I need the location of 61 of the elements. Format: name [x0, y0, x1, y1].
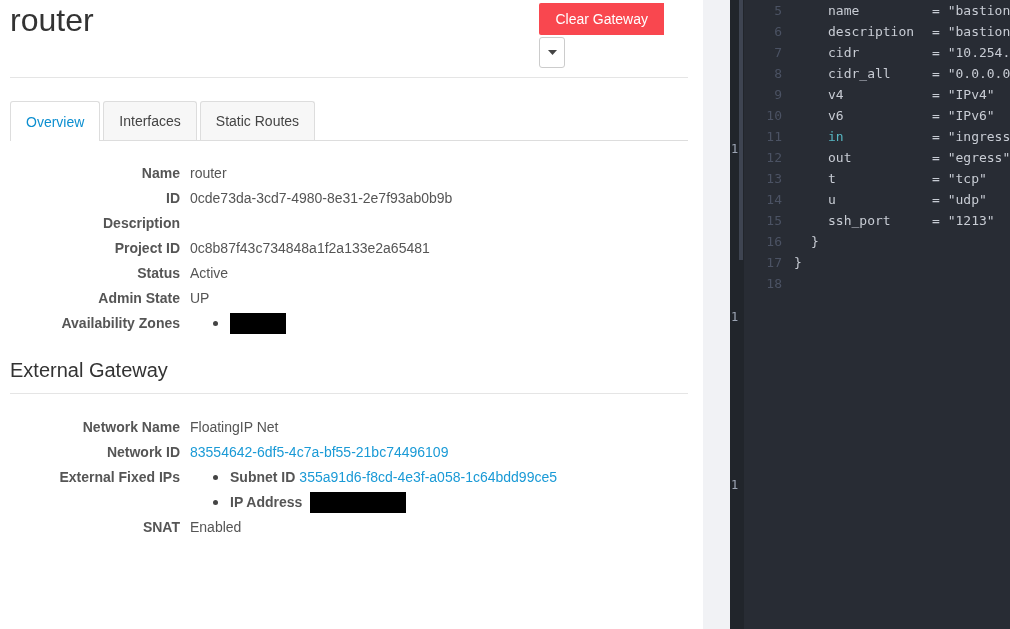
field-label: Status	[136, 264, 180, 283]
code-key: v4	[828, 84, 932, 105]
field-value: router	[190, 165, 227, 181]
code-value: = "ingress	[932, 128, 1010, 146]
field-value: UP	[190, 290, 210, 306]
redaction-block	[230, 313, 286, 334]
field-value: Active	[190, 265, 229, 281]
field-label: IP Address	[230, 493, 303, 512]
code-key: cidr_all	[828, 63, 932, 84]
code-key: t	[828, 168, 932, 189]
section-heading: External Gateway	[10, 359, 688, 394]
code-value: = "IPv6"	[932, 107, 995, 125]
tab[interactable]: Static Routes	[199, 101, 316, 140]
field-label: Network ID	[105, 443, 180, 462]
field-label: ID	[165, 189, 180, 208]
code-key: in	[828, 126, 932, 147]
tab[interactable]: Interfaces	[103, 101, 197, 140]
code-value: = "10.254.	[932, 44, 1010, 62]
gutter-mark: 1	[731, 478, 739, 492]
field-label: Network Name	[81, 418, 180, 437]
tab[interactable]: Overview	[10, 101, 101, 141]
code-key: cidr	[828, 42, 932, 63]
code-key: out	[828, 147, 932, 168]
code-value: = "0.0.0.0	[932, 65, 1010, 83]
field-value: Enabled	[190, 519, 242, 535]
code-value: = "1213"	[932, 212, 995, 230]
code-key: u	[828, 189, 932, 210]
code-brace: }	[811, 233, 819, 251]
dropdown-toggle-button[interactable]	[539, 37, 566, 68]
code-key: description	[828, 21, 932, 42]
field-label: SNAT	[141, 518, 180, 537]
field-label: Description	[102, 214, 180, 233]
bullet-icon	[213, 321, 218, 326]
page-title: router	[10, 2, 94, 40]
field-label: Name	[140, 164, 180, 183]
field-value: 0cde73da-3cd7-4980-8e31-2e7f93ab0b9b	[190, 190, 453, 206]
field-label: Project ID	[113, 239, 180, 258]
code-value: = "tcp"	[932, 170, 987, 188]
code-key: ssh_port	[828, 210, 932, 231]
code-value: = "egress"	[932, 149, 1010, 167]
field-label: Availability Zones	[60, 314, 180, 333]
field-label: Admin State	[97, 289, 180, 308]
caret-icon	[547, 50, 557, 55]
code-value: = "IPv4"	[932, 86, 995, 104]
clear-gateway-button[interactable]: Clear Gateway	[539, 3, 664, 35]
code-key: v6	[828, 105, 932, 126]
code-value: = "bastion	[932, 23, 1010, 41]
code-value: = "udp"	[932, 191, 987, 209]
field-value: FloatingIP Net	[190, 419, 279, 435]
bullet-icon	[213, 475, 218, 480]
field-value: 0c8b87f43c734848a1f2a133e2a65481	[190, 240, 430, 256]
bullet-icon	[213, 500, 218, 505]
field-label: External Fixed IPs	[58, 468, 180, 487]
gutter-mark: 1	[731, 310, 739, 324]
code-brace: }	[794, 254, 802, 272]
gutter-mark: 1	[731, 142, 739, 156]
code-value: = "bastion	[932, 2, 1010, 20]
subnet-id-link[interactable]: 355a91d6-f8cd-4e3f-a058-1c64bdd99ce5	[299, 465, 557, 490]
network-id-link[interactable]: 83554642-6df5-4c7a-bf55-21bc74496109	[190, 444, 449, 460]
field-label: Subnet ID	[230, 468, 296, 487]
code-key: name	[828, 0, 932, 21]
